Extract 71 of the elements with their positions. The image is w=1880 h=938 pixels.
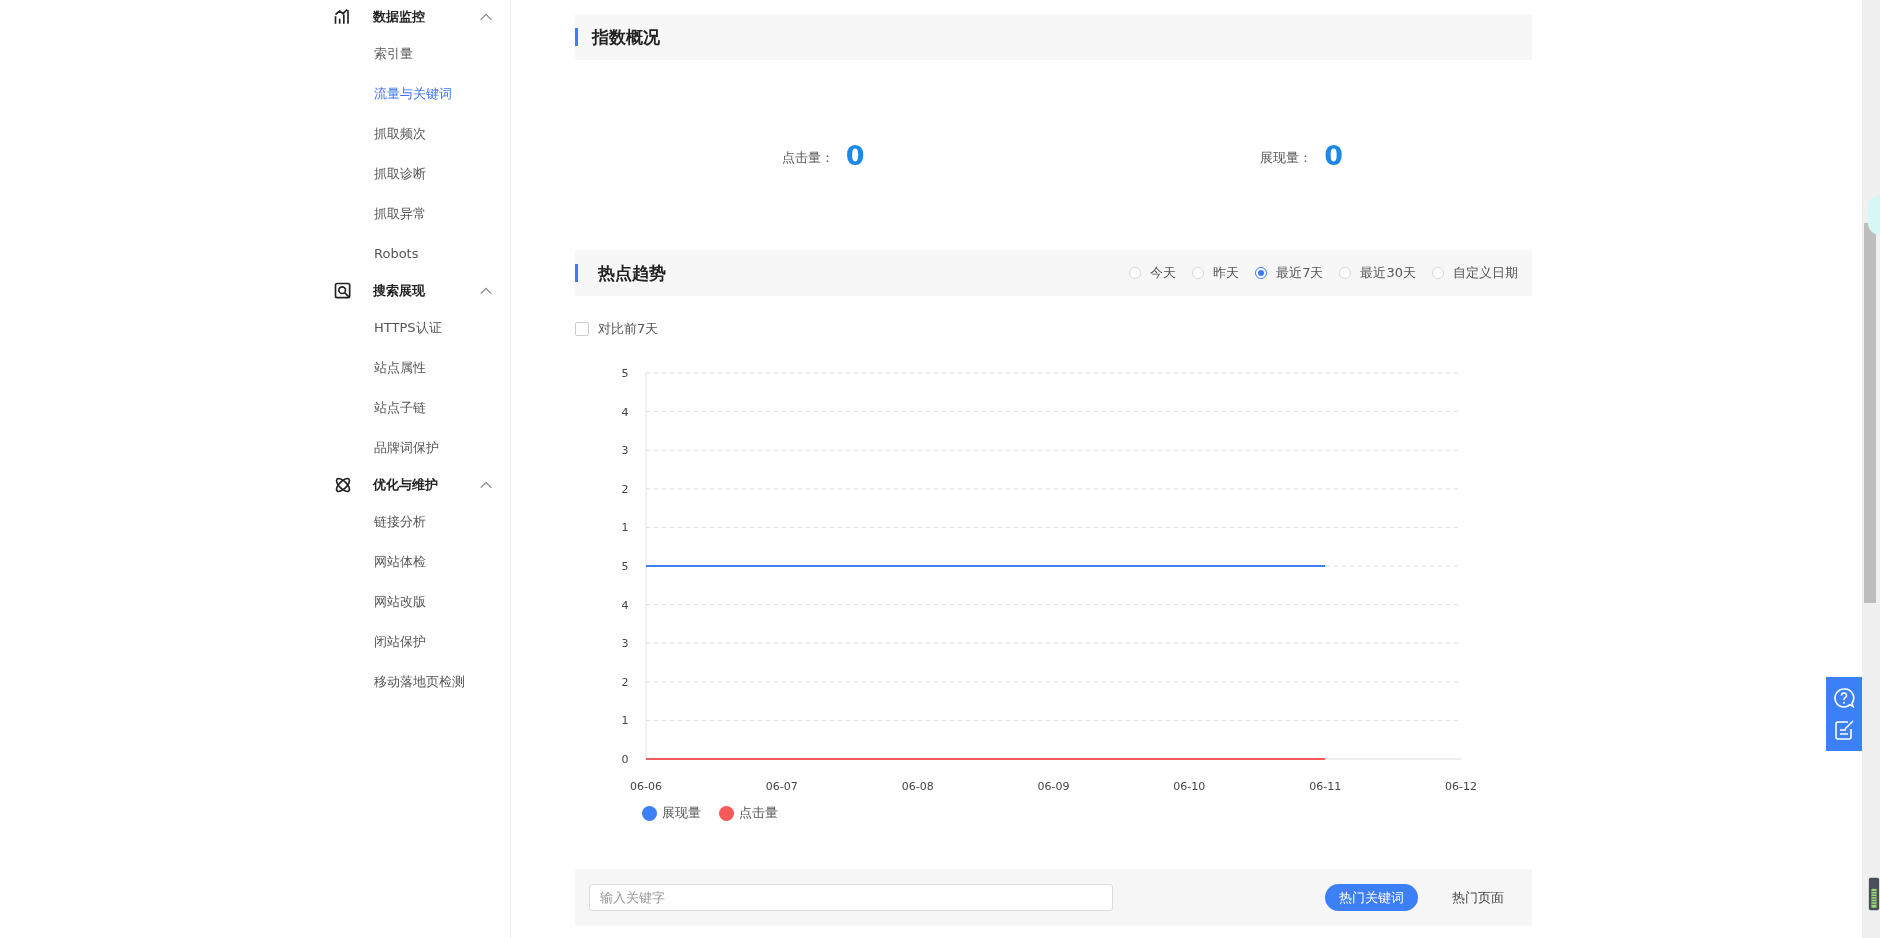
legend-label: 展现量 (662, 804, 701, 822)
section-title: 指数概况 (592, 25, 660, 49)
sidebar-item[interactable]: 链接分析 (333, 502, 426, 542)
sidebar-item[interactable]: 闭站保护 (333, 622, 426, 662)
sidebar-item[interactable]: Robots (333, 234, 419, 274)
group-title: 搜索展现 (373, 282, 426, 300)
accent-bar (575, 28, 578, 46)
y-tick-label: 4 (621, 598, 629, 612)
sidebar-item[interactable]: 站点属性 (333, 348, 426, 388)
tab[interactable]: 热门关键词 (1325, 884, 1418, 911)
range-label: 最近7天 (1276, 264, 1324, 282)
sidebar-group-header[interactable]: 优化与维护 (333, 468, 496, 502)
radio-button[interactable] (1255, 267, 1268, 279)
range-label: 今天 (1150, 264, 1177, 282)
sidebar-group-header[interactable]: 搜索展现 (333, 274, 496, 308)
y-tick-label: 5 (621, 367, 629, 380)
accent-bar (575, 264, 578, 282)
search-window-icon (333, 281, 353, 301)
legend-label: 点击量 (739, 804, 778, 822)
y-tick-label: 2 (621, 675, 629, 689)
sidebar-item[interactable]: 站点子链 (333, 388, 426, 428)
checkbox[interactable] (575, 322, 589, 336)
y-tick-label: 3 (621, 637, 629, 651)
range-option[interactable]: 自定义日期 (1432, 264, 1518, 282)
x-tick-label: 06-10 (1173, 780, 1206, 793)
y-tick-label: 3 (621, 444, 629, 458)
range-label: 昨天 (1213, 264, 1240, 282)
scrollbar-thumb[interactable] (1864, 223, 1876, 603)
x-tick-label: 06-06 (630, 780, 662, 793)
y-tick-label: 1 (621, 521, 629, 535)
sidebar-item[interactable]: 抓取频次 (333, 114, 426, 154)
y-tick-label: 0 (621, 753, 629, 766)
sidebar-item[interactable]: 索引量 (333, 34, 413, 74)
group-title: 数据监控 (373, 8, 426, 26)
group-title: 优化与维护 (373, 476, 439, 494)
x-tick-label: 06-07 (765, 780, 798, 793)
sidebar-item[interactable]: 品牌词保护 (333, 428, 439, 468)
stat-label: 展现量： (1260, 149, 1313, 167)
x-tick-label: 06-11 (1309, 780, 1342, 793)
edit-icon[interactable] (1832, 718, 1856, 742)
section-title: 热点趋势 (598, 261, 667, 285)
range-label: 自定义日期 (1453, 264, 1518, 282)
y-tick-label: 1 (621, 714, 629, 728)
stat-label: 点击量： (781, 149, 834, 167)
y-tick-label: 2 (621, 482, 629, 496)
atom-icon (333, 475, 353, 495)
y-tick-label: 4 (621, 405, 629, 419)
checkbox-label: 对比前7天 (598, 320, 659, 338)
sidebar-item[interactable]: 网站改版 (333, 582, 426, 622)
x-tick-label: 06-08 (901, 780, 934, 793)
sidebar-item[interactable]: 流量与关键词 (333, 74, 452, 114)
range-option[interactable]: 最近30天 (1339, 264, 1416, 282)
search-field[interactable]: 输入关键字 (589, 884, 1113, 911)
tab[interactable]: 热门页面 (1438, 884, 1518, 911)
y-tick-label: 5 (621, 560, 629, 573)
sidebar-item[interactable]: 抓取异常 (333, 194, 426, 234)
x-tick-label: 06-09 (1037, 780, 1070, 793)
help-icon[interactable] (1832, 686, 1856, 710)
scrollbar[interactable] (1862, 0, 1880, 938)
x-tick-label: 06-12 (1445, 780, 1477, 793)
sidebar-item[interactable]: 网站体检 (333, 542, 426, 582)
range-label: 最近30天 (1360, 264, 1416, 282)
range-option[interactable]: 昨天 (1192, 264, 1240, 282)
stat-value: 0 (845, 139, 865, 171)
stat-value: 0 (1324, 139, 1344, 171)
range-option[interactable]: 最近7天 (1255, 264, 1324, 282)
sidebar-item[interactable]: 抓取诊断 (333, 154, 426, 194)
sidebar-item[interactable]: HTTPS认证 (333, 308, 442, 348)
sidebar-item[interactable]: 移动落地页检测 (333, 662, 465, 702)
sidebar-group-header[interactable]: 数据监控 (333, 0, 496, 34)
range-option[interactable]: 今天 (1129, 264, 1177, 282)
